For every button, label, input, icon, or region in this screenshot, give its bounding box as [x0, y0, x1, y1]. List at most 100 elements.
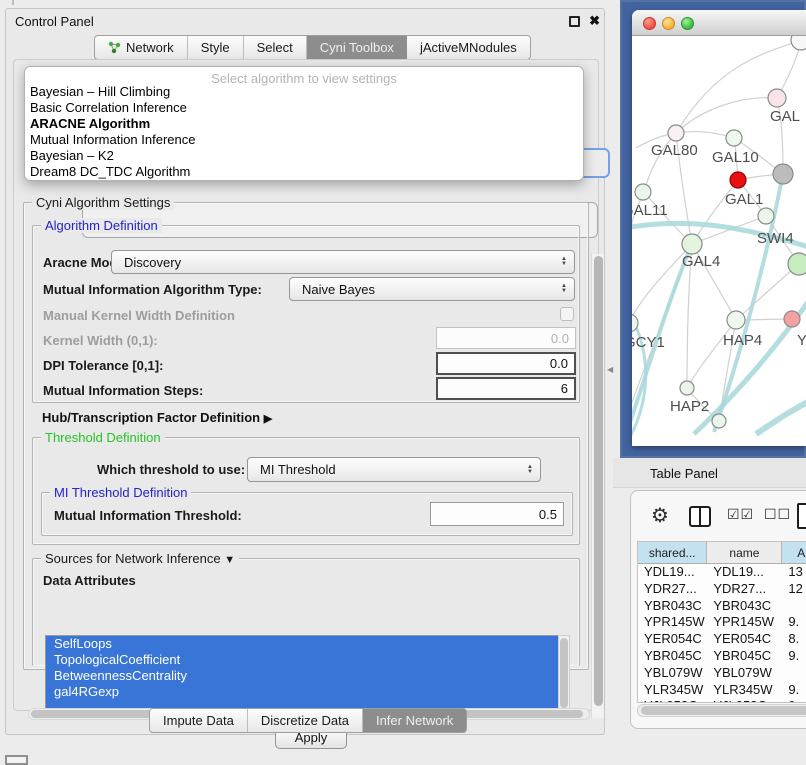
table-cell[interactable]: 9.	[782, 648, 806, 665]
column-header-shared-[interactable]: shared...	[638, 542, 707, 563]
data-attribute-item[interactable]: BetweennessCentrality	[46, 668, 558, 684]
tab-network[interactable]: Network	[95, 36, 188, 59]
table-cell[interactable]: 9.	[782, 614, 806, 631]
network-node[interactable]	[682, 234, 702, 254]
hub-definition-toggle[interactable]: Hub/Transcription Factor Definition ▶	[42, 410, 272, 425]
float-window-icon[interactable]	[569, 16, 580, 27]
table-cell[interactable]: 12	[782, 581, 806, 598]
tab-jactivemnodules[interactable]: jActiveMNodules	[407, 36, 530, 59]
table-cell[interactable]: YLR345W	[638, 682, 707, 699]
network-node[interactable]	[788, 253, 806, 275]
mi-threshold-field[interactable]	[430, 502, 564, 526]
table-cell[interactable]: YDL19...	[707, 564, 782, 581]
manual-kernel-checkbox[interactable]	[560, 307, 574, 321]
network-window-titlebar[interactable]	[632, 10, 806, 36]
tab-style[interactable]: Style	[188, 36, 244, 59]
table-cell[interactable]: 13	[782, 564, 806, 581]
data-attribute-item[interactable]: gal4RGexp	[46, 684, 558, 700]
zoom-traffic-light[interactable]	[681, 17, 694, 30]
algorithm-option-bayesian-hill-climbing[interactable]: Bayesian – Hill Climbing	[29, 84, 579, 100]
split-pane-collapse-icon[interactable]: ◀	[607, 365, 613, 374]
algorithm-option-dream8-dc-tdc-algorithm[interactable]: Dream8 DC_TDC Algorithm	[29, 164, 579, 180]
network-node[interactable]	[758, 208, 774, 224]
table-row[interactable]: YBL079WYBL079W	[638, 665, 806, 682]
network-node[interactable]	[768, 89, 786, 107]
table-cell[interactable]: 8.	[782, 631, 806, 648]
minimize-traffic-light[interactable]	[662, 17, 675, 30]
dropdown-item-list: Bayesian – Hill ClimbingBasic Correlatio…	[29, 84, 579, 180]
dpi-tolerance-field[interactable]	[436, 352, 576, 375]
settings-vertical-scrollbar[interactable]	[591, 254, 604, 718]
mi-algorithm-type-combo[interactable]: Naive Bayes ▲▼	[289, 277, 575, 301]
which-threshold-combo[interactable]: MI Threshold ▲▼	[247, 457, 541, 482]
table-row[interactable]: YER054CYER054C8.	[638, 631, 806, 648]
table-cell[interactable]	[782, 598, 806, 615]
data-attributes-list[interactable]: SelfLoopsTopologicalCoefficientBetweenne…	[45, 635, 558, 712]
network-node[interactable]	[784, 311, 800, 327]
table-cell[interactable]: YJL052C	[638, 698, 707, 703]
table-cell[interactable]: YDR27...	[707, 581, 782, 598]
network-node[interactable]	[635, 184, 651, 200]
table-cell[interactable]: YPR145W	[707, 614, 782, 631]
data-attribute-item[interactable]: SelfLoops	[46, 636, 558, 652]
columns-icon[interactable]	[689, 506, 711, 527]
close-traffic-light[interactable]	[643, 17, 656, 30]
data-attribute-item[interactable]: TopologicalCoefficient	[46, 652, 558, 668]
table-cell[interactable]: YBR045C	[707, 648, 782, 665]
table-cell[interactable]: 9.	[782, 682, 806, 699]
network-node[interactable]	[712, 414, 726, 428]
table-cell[interactable]: 9.	[782, 698, 806, 703]
tab-discretize-data[interactable]: Discretize Data	[248, 709, 363, 732]
table-cell[interactable]: YER054C	[707, 631, 782, 648]
attribute-list-scrollbar[interactable]	[558, 635, 570, 712]
table-row[interactable]: YDL19...YDL19...13	[638, 564, 806, 581]
network-node[interactable]	[680, 381, 694, 395]
table-row[interactable]: YDR27...YDR27...12	[638, 581, 806, 598]
kernel-width-field[interactable]	[436, 327, 576, 349]
algorithm-option-mutual-information-inference[interactable]: Mutual Information Inference	[29, 132, 579, 148]
table-cell[interactable]: YBR045C	[638, 648, 707, 665]
algorithm-option-aracne-algorithm[interactable]: ARACNE Algorithm	[29, 116, 579, 132]
table-cell[interactable]: YJL052C	[707, 698, 782, 703]
network-canvas[interactable]: GALGAL80GAL10GAL1GAL11SWI4GAL4GCY1HAP4YH…	[632, 36, 806, 446]
column-header-name[interactable]: name	[707, 542, 782, 563]
deselect-all-checks-icon[interactable]: ☐☐	[764, 507, 791, 523]
column-header-a[interactable]: A	[782, 542, 806, 563]
table-cell[interactable]: YBL079W	[707, 665, 782, 682]
table-cell[interactable]: YER054C	[638, 631, 707, 648]
table-cell[interactable]: YDL19...	[638, 564, 707, 581]
table-panel: ⚙ ☑☑ ☐☐ shared...nameA YDL19...YDL19...1…	[630, 490, 806, 729]
table-row[interactable]: YPR145WYPR145W9.	[638, 614, 806, 631]
tab-infer-network[interactable]: Infer Network	[363, 709, 466, 732]
table-cell[interactable]: YDR27...	[638, 581, 707, 598]
algorithm-option-bayesian-k2[interactable]: Bayesian – K2	[29, 148, 579, 164]
aracne-mode-combo[interactable]: Discovery ▲▼	[111, 250, 575, 274]
table-cell[interactable]: YBR043C	[707, 598, 782, 615]
table-cell[interactable]: YBL079W	[638, 665, 707, 682]
tab-select[interactable]: Select	[244, 36, 307, 59]
table-cell[interactable]: YBR043C	[638, 598, 707, 615]
tab-cyni-toolbox[interactable]: Cyni Toolbox	[307, 36, 407, 59]
tab-impute-data[interactable]: Impute Data	[150, 709, 248, 732]
network-node[interactable]	[791, 36, 806, 50]
table-row[interactable]: YJL052CYJL052C9.	[638, 698, 806, 703]
table-row[interactable]: YBR043CYBR043C	[638, 598, 806, 615]
table-cell[interactable]: YLR345W	[707, 682, 782, 699]
network-node[interactable]	[730, 172, 746, 188]
gear-icon[interactable]: ⚙	[651, 503, 669, 527]
table-cell[interactable]: YPR145W	[638, 614, 707, 631]
mi-steps-field[interactable]	[436, 377, 576, 400]
table-row[interactable]: YLR345WYLR345W9.	[638, 682, 806, 699]
network-node[interactable]	[727, 311, 745, 329]
network-node[interactable]	[668, 125, 684, 141]
table-horizontal-scrollbar[interactable]	[637, 704, 806, 717]
minimized-panel-icon[interactable]	[5, 755, 28, 765]
export-table-icon[interactable]	[797, 503, 806, 529]
algorithm-option-basic-correlation-inference[interactable]: Basic Correlation Inference	[29, 100, 579, 116]
table-cell[interactable]	[782, 665, 806, 682]
table-row[interactable]: YBR045CYBR045C9.	[638, 648, 806, 665]
network-node[interactable]	[773, 164, 793, 184]
network-node[interactable]	[726, 130, 742, 146]
select-all-checks-icon[interactable]: ☑☑	[727, 507, 754, 523]
close-icon[interactable]: ✖	[589, 13, 600, 29]
